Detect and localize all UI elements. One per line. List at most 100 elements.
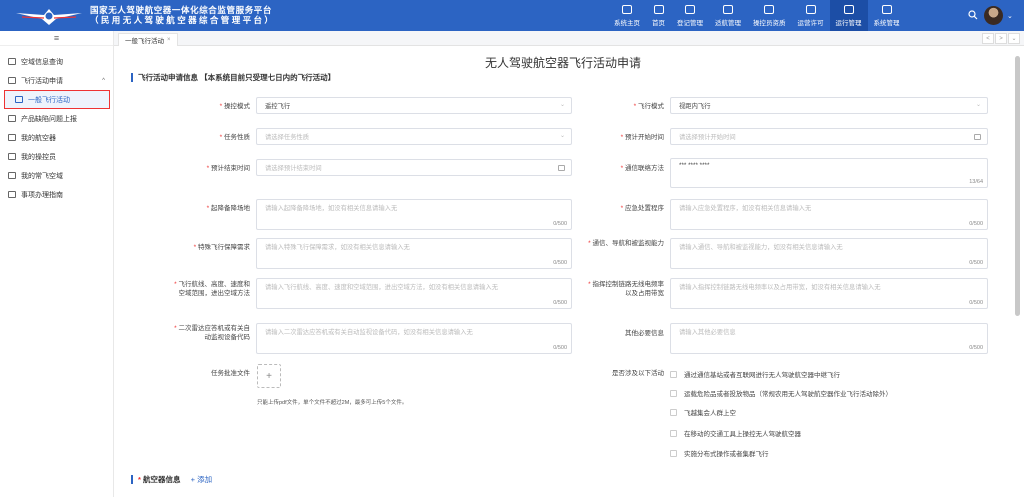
flight-mode-select[interactable]: 视距内飞行 ⌄ [670, 97, 988, 114]
grid-icon [8, 115, 16, 122]
sidebar-item-my-airspace[interactable]: 我的常飞空域 [0, 166, 113, 185]
label-flight-mode: * 飞行模式 [633, 103, 664, 110]
nav-airworthiness[interactable]: 适航管理 [709, 0, 747, 31]
license-icon [805, 4, 816, 14]
checkbox[interactable] [670, 429, 677, 437]
chevron-down-icon: ⌄ [975, 102, 981, 108]
label-text: 任务批准文件 [211, 370, 250, 377]
platform-title-line1: 国家无人驾驶航空器一体化综合监管服务平台 [90, 5, 273, 15]
end-time-picker[interactable]: 请选择预计结束时间 [256, 159, 572, 176]
label-other-info: 其他必要信息 [586, 329, 664, 338]
activity-checkbox-swarm[interactable]: 实施分布式操作或者集群飞行 [670, 448, 769, 458]
special-needs-placeholder: 请输入特殊飞行保障需求，如没有相关信息请输入无 [265, 244, 410, 251]
takeoff-site-textarea[interactable]: 请输入起降备降场地，如没有相关信息请输入无 0/500 [256, 199, 572, 230]
section-aircraft-info: * 航空器信息 + 添加 [131, 475, 212, 484]
control-mode-value: 遥控飞行 [265, 103, 291, 110]
sidebar-item-my-aircraft[interactable]: 我的航空器 [0, 128, 113, 147]
add-aircraft-button[interactable]: + 添加 [191, 475, 212, 484]
tab-label: 一般飞行活动 [125, 38, 164, 45]
control-mode-select[interactable]: 遥控飞行 ⌄ [256, 97, 572, 114]
char-count: 0/500 [969, 221, 983, 227]
nav-system-home[interactable]: 系统主页 [608, 0, 646, 31]
label-text: 预计开始时间 [625, 134, 664, 141]
sidebar-item-defect-report[interactable]: 产品缺陷问题上报 [0, 109, 113, 128]
grid-icon [15, 96, 23, 103]
avatar[interactable] [984, 6, 1003, 25]
label-activities: 是否涉及以下活动 [586, 369, 664, 378]
sidebar: ≡ 空域信息查询 飞行活动申请 ^ 一般飞行活动 产品缺陷问题上报 我的航空器 我… [0, 31, 114, 497]
scrollbar-thumb[interactable] [1015, 56, 1020, 316]
platform-title: 国家无人驾驶航空器一体化综合监管服务平台 （民用无人驾驶航空器综合管理平台） [90, 5, 275, 25]
checkbox[interactable] [670, 449, 677, 457]
nav-registration[interactable]: 登记管理 [671, 0, 709, 31]
label-text: 其他必要信息 [625, 330, 664, 337]
caac-logo-icon [16, 9, 82, 25]
checkbox[interactable] [670, 389, 677, 397]
sidebar-item-flight-application[interactable]: 飞行活动申请 ^ [0, 71, 113, 90]
chevron-right-icon[interactable]: > [995, 33, 1007, 44]
sidebar-item-label: 事项办理指南 [21, 191, 63, 199]
radar-code-textarea[interactable]: 请输入二次雷达应答机或有关自动监视设备代码，如没有相关信息请输入无 0/500 [256, 323, 572, 354]
emergency-textarea[interactable]: 请输入应急处置程序，如没有相关信息请输入无 0/500 [670, 199, 988, 230]
sidebar-item-airspace-query[interactable]: 空域信息查询 [0, 52, 113, 71]
task-nature-select[interactable]: 请选择任务性质 ⌄ [256, 128, 572, 145]
main-content: 无人驾驶航空器飞行活动申请 飞行活动申请信息 【本系统目前只受理七日内的飞行活动… [114, 46, 1012, 497]
upload-button[interactable]: + [257, 364, 281, 388]
label-emergency: * 应急处置程序 [620, 205, 664, 212]
comm-nav-textarea[interactable]: 请输入通信、导航和被监视能力，如没有相关信息请输入无 0/500 [670, 238, 988, 269]
nav-home[interactable]: 首页 [646, 0, 671, 31]
sidebar-item-my-operators[interactable]: 我的操控员 [0, 147, 113, 166]
label-text: 应急处置程序 [625, 205, 664, 212]
chevron-left-icon[interactable]: < [982, 33, 994, 44]
tab-controls: < > ⌄ [982, 33, 1020, 44]
other-info-placeholder: 请输入其他必要信息 [679, 329, 736, 336]
page-title: 无人驾驶航空器飞行活动申请 [484, 56, 641, 70]
checkbox[interactable] [670, 408, 677, 416]
label-text: 通信、导航和被监视能力 [592, 240, 665, 247]
monitor-icon [622, 4, 632, 14]
sidebar-item-label: 我的操控员 [21, 153, 56, 161]
other-info-textarea[interactable]: 请输入其他必要信息 0/500 [670, 323, 988, 354]
checkbox[interactable] [670, 370, 677, 378]
nav-system-management[interactable]: 系统管理 [868, 0, 906, 31]
start-time-picker[interactable]: 请选择预计开始时间 [670, 128, 988, 145]
activity-checkbox-relay[interactable]: 通过通信基站或者互联网进行无人驾驶航空器中继飞行 [670, 369, 840, 379]
grid-icon [8, 134, 16, 141]
radio-link-textarea[interactable]: 请输入指挥控制链路无线电频率以及占用带宽，如没有相关信息请输入无 0/500 [670, 278, 988, 309]
sidebar-item-guide[interactable]: 事项办理指南 [0, 185, 113, 204]
route-textarea[interactable]: 请输入飞行航线、高度、速度和空域范围，进出空域方法，如没有相关信息请输入无 0/5… [256, 278, 572, 309]
activity-checkbox-crowd[interactable]: 飞越集会人群上空 [670, 407, 736, 417]
calendar-icon [843, 4, 854, 14]
menu-collapse-icon[interactable]: ≡ [0, 31, 113, 46]
activity-checkbox-moving-vehicle[interactable]: 在移动的交通工具上操控无人驾驶航空器 [670, 428, 801, 438]
home-icon [653, 4, 664, 14]
sidebar-item-label: 我的常飞空域 [21, 172, 63, 180]
tab-bar: 一般飞行活动 × < > ⌄ [114, 31, 1024, 46]
char-count: 0/500 [553, 221, 567, 227]
nav-label: 操控员资质 [753, 19, 786, 27]
contact-textarea[interactable]: *** **** **** 13/64 [670, 158, 988, 188]
platform-title-line2: （民用无人驾驶航空器综合管理平台） [90, 15, 276, 25]
label-text: 预计结束时间 [211, 165, 250, 172]
special-needs-textarea[interactable]: 请输入特殊飞行保障需求，如没有相关信息请输入无 0/500 [256, 238, 572, 269]
close-icon[interactable]: × [167, 37, 171, 43]
nav-operation-license[interactable]: 运营许可 [792, 0, 830, 31]
section-flight-info: 飞行活动申请信息 【本系统目前只受理七日内的飞行活动】 [131, 73, 335, 82]
section-aircraft-title: 航空器信息 [143, 475, 181, 484]
activity-checkbox-dangerous-goods[interactable]: 运载危险品或者投放物品（常规农用无人驾驶航空器作业飞行活动除外） [670, 388, 892, 398]
grid-icon [8, 191, 16, 198]
chevron-down-icon[interactable]: ⌄ [1008, 33, 1020, 44]
tab-general-flight[interactable]: 一般飞行活动 × [118, 33, 178, 46]
grid-icon [8, 58, 16, 65]
sidebar-item-general-flight[interactable]: 一般飞行活动 [4, 90, 110, 109]
char-count: 0/500 [553, 345, 567, 351]
search-icon[interactable] [968, 10, 978, 20]
drone-icon [723, 4, 733, 14]
label-text: 通信联络方法 [625, 165, 664, 172]
calendar-icon [974, 134, 981, 140]
page-scrollbar[interactable] [1014, 46, 1021, 497]
chevron-down-icon[interactable]: ⌄ [1007, 12, 1013, 20]
nav-operator-qualification[interactable]: 操控员资质 [747, 0, 792, 31]
nav-operation-management[interactable]: 运行管理 [829, 0, 868, 31]
label-text: 飞行模式 [638, 103, 664, 110]
